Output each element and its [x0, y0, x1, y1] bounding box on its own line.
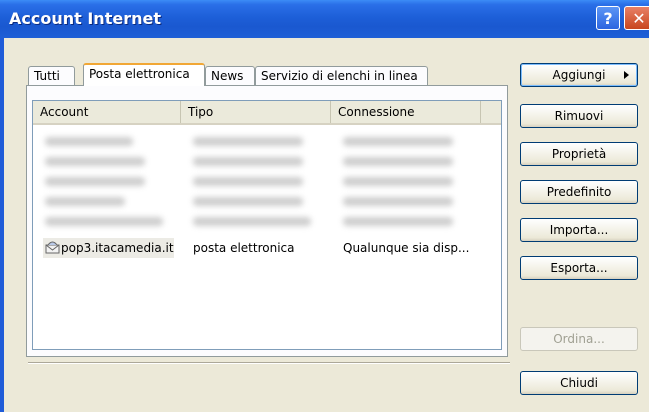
list-item[interactable] — [33, 151, 501, 171]
list-item[interactable] — [33, 171, 501, 191]
account-internet-window: Account Internet ? ✕ Tutti Posta elettro… — [0, 0, 649, 412]
column-connessione[interactable]: Connessione — [331, 101, 481, 123]
proprieta-button[interactable]: Proprietà — [520, 142, 638, 166]
predefinito-button[interactable]: Predefinito — [520, 180, 638, 204]
aggiungi-button[interactable]: Aggiungi — [520, 63, 638, 87]
window-frame — [0, 38, 4, 412]
account-list[interactable]: Account Tipo Connessione pop3.itacamedia… — [32, 100, 502, 350]
help-icon[interactable]: ? — [596, 6, 620, 30]
account-connection: Qualunque sia disp... — [343, 241, 470, 255]
close-icon[interactable]: ✕ — [624, 6, 649, 30]
importa-button[interactable]: Importa... — [520, 218, 638, 242]
ordina-button[interactable]: Ordina... — [520, 327, 638, 351]
chiudi-button[interactable]: Chiudi — [520, 371, 638, 395]
rimuovi-button[interactable]: Rimuovi — [520, 104, 638, 128]
submenu-arrow-icon — [624, 71, 629, 79]
account-name: pop3.itacamedia.it — [61, 241, 174, 255]
aggiungi-label: Aggiungi — [552, 68, 606, 82]
column-account[interactable]: Account — [33, 101, 181, 123]
separator — [28, 362, 510, 364]
list-item[interactable]: pop3.itacamedia.it posta elettronica Qua… — [33, 238, 501, 258]
tab-news[interactable]: News — [205, 66, 255, 85]
esporta-button[interactable]: Esporta... — [520, 256, 638, 280]
title-bar: Account Internet ? ✕ — [0, 0, 649, 38]
column-tipo[interactable]: Tipo — [181, 101, 331, 123]
list-item[interactable] — [33, 191, 501, 211]
account-type: posta elettronica — [193, 241, 295, 255]
tab-tutti[interactable]: Tutti — [28, 66, 75, 85]
list-header: Account Tipo Connessione — [33, 101, 501, 125]
list-item[interactable] — [33, 131, 501, 151]
window-title: Account Internet — [9, 9, 161, 28]
tab-servizio-elenchi[interactable]: Servizio di elenchi in linea — [255, 66, 428, 85]
tab-posta-elettronica[interactable]: Posta elettronica — [83, 63, 205, 86]
mail-account-icon — [45, 241, 60, 254]
list-item[interactable] — [33, 211, 501, 231]
